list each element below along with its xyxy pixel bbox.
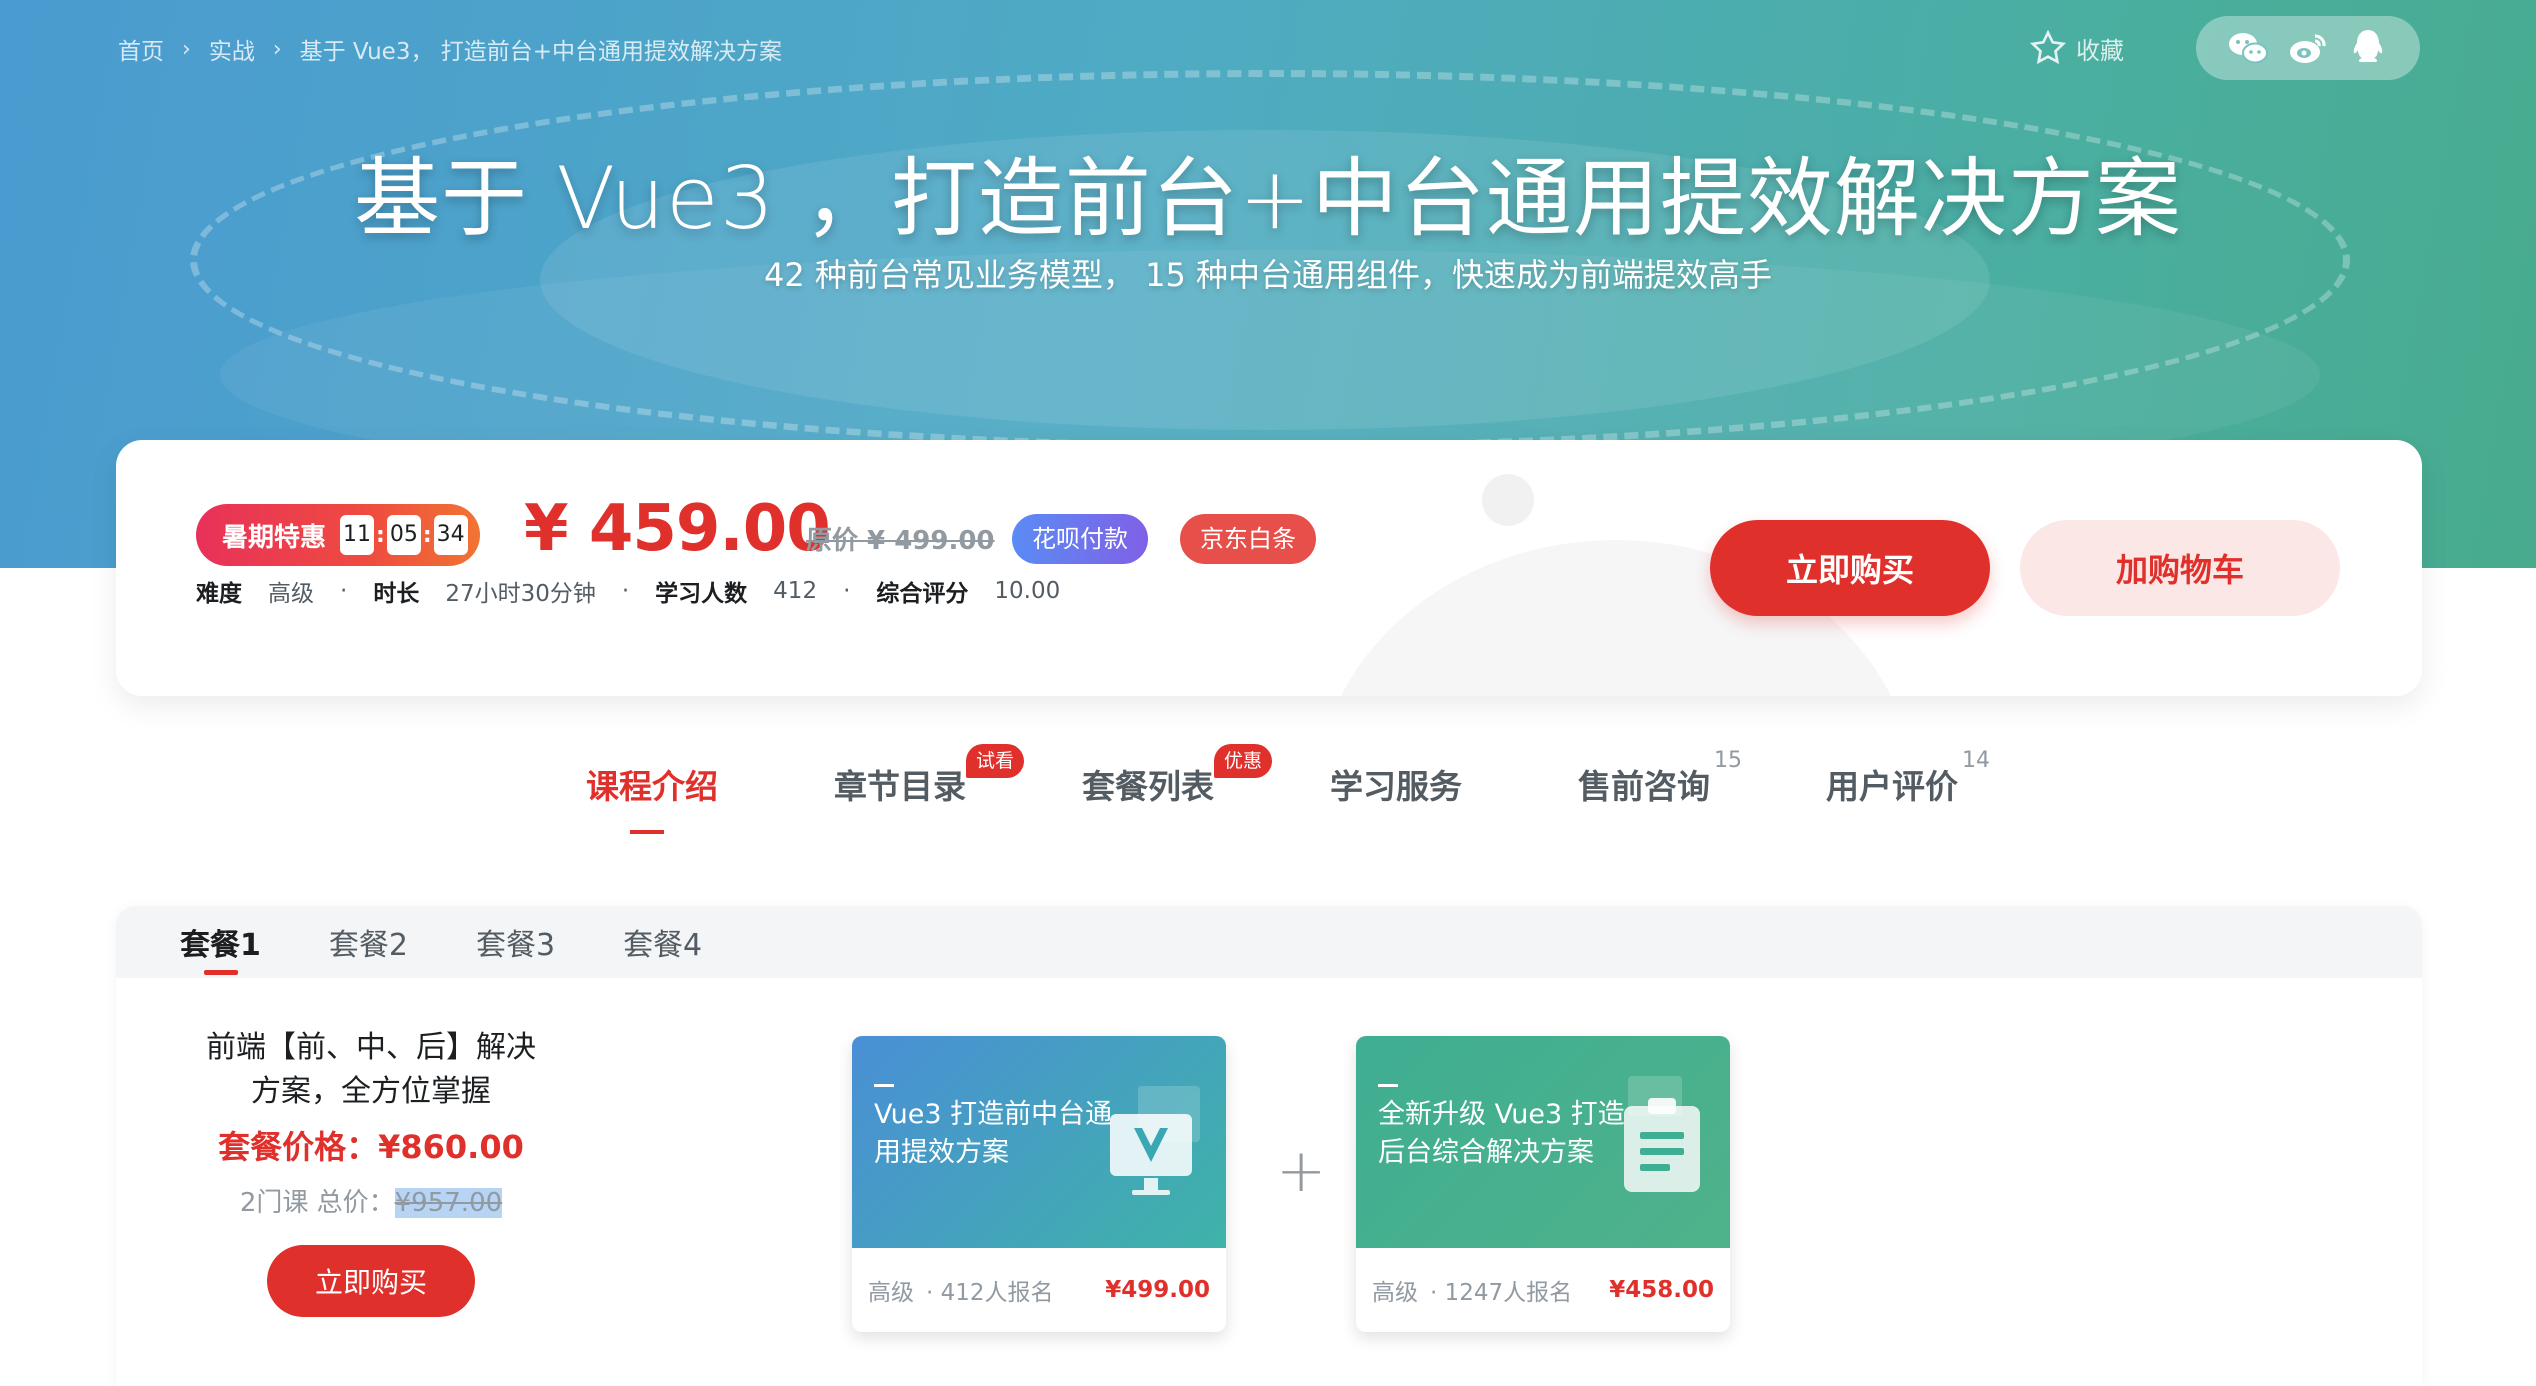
package-total: 2门课 总价：¥957.00	[206, 1182, 536, 1219]
rating-value: 10.00	[994, 578, 1061, 604]
students-label: 学习人数	[655, 581, 748, 607]
promo-label: 暑期特惠	[222, 522, 327, 553]
tab-label: 售前咨询	[1578, 767, 1710, 806]
package-tab-1[interactable]: 套餐1	[180, 920, 261, 975]
price-card: 暑期特惠 11 : 05 : 34 ¥ 459.00 原价 ¥ 499.00 花…	[116, 440, 2422, 696]
course-card-title: Vue3 打造前中台通用提效方案	[874, 1099, 1113, 1168]
plus-icon: +	[1276, 1136, 1327, 1206]
package-info: 前端【前、中、后】解决方案，全方位掌握 套餐价格：¥860.00 2门课 总价：…	[206, 1026, 536, 1317]
package-tab-2[interactable]: 套餐2	[329, 920, 408, 964]
meta-separator: ·	[843, 578, 851, 604]
course-thumbnail: Vue3 打造前中台通用提效方案	[852, 1036, 1226, 1248]
original-price: 原价 ¥ 499.00	[806, 526, 995, 556]
current-price: ¥ 459.00	[524, 492, 831, 566]
breadcrumb-home[interactable]: 首页	[118, 32, 164, 66]
duration-label: 时长	[373, 581, 420, 607]
chevron-right-icon: ›	[182, 36, 191, 62]
countdown-separator: :	[422, 522, 432, 548]
huabei-tag[interactable]: 花呗付款	[1012, 514, 1148, 564]
breadcrumb-category[interactable]: 实战	[209, 32, 255, 66]
package-price: 套餐价格：¥860.00	[218, 1128, 524, 1166]
breadcrumb-current: 基于 Vue3， 打造前台+中台通用提效解决方案	[299, 39, 783, 65]
course-level: 高级	[868, 1280, 914, 1306]
course-price: ¥499.00	[1105, 1277, 1210, 1303]
active-package-indicator	[204, 970, 238, 975]
chevron-right-icon: ›	[272, 36, 282, 62]
difficulty-value: 高级	[268, 581, 314, 607]
course-card-footer: 高级 · 412人报名 ¥499.00	[852, 1248, 1226, 1332]
tab-packages[interactable]: 套餐列表 优惠	[1082, 744, 1330, 808]
tab-label: 学习服务	[1330, 767, 1462, 806]
package-total-value: ¥957.00	[394, 1188, 503, 1218]
rating-label: 综合评分	[876, 581, 969, 607]
course-card-title: 全新升级 Vue3 打造后台综合解决方案	[1378, 1099, 1625, 1168]
meta-separator: ·	[621, 578, 630, 604]
buy-now-button[interactable]: 立即购买	[1710, 520, 1990, 616]
weibo-icon[interactable]	[2286, 26, 2330, 70]
package-tab-3[interactable]: 套餐3	[476, 920, 555, 964]
countdown-hours: 11	[340, 515, 375, 555]
vue-monitor-icon	[1110, 1086, 1200, 1195]
countdown-timer: 11 : 05 : 34	[340, 515, 468, 555]
qq-icon[interactable]	[2346, 26, 2390, 70]
course-enrolled: · 1247人报名	[1430, 1280, 1573, 1306]
trial-badge: 试看	[966, 744, 1025, 778]
tab-reviews[interactable]: 用户评价 14	[1826, 748, 2074, 808]
clipboard-icon	[1624, 1076, 1700, 1192]
course-enrolled: · 412人报名	[926, 1280, 1054, 1306]
package-tabbar: 套餐1 套餐2 套餐3 套餐4	[116, 906, 2422, 978]
tab-services[interactable]: 学习服务	[1330, 760, 1578, 808]
tab-label: 用户评价	[1826, 767, 1958, 806]
package-tab-4[interactable]: 套餐4	[623, 920, 702, 964]
course-card-footer: 高级 · 1247人报名 ¥458.00	[1356, 1248, 1730, 1332]
package-tab-label: 套餐1	[180, 928, 261, 963]
tab-label: 章节目录	[834, 767, 966, 806]
tab-presales[interactable]: 售前咨询 15	[1578, 748, 1826, 808]
reviews-count: 14	[1962, 748, 1990, 773]
package-total-prefix: 2门课 总价：	[239, 1188, 395, 1218]
students-value: 412	[773, 578, 818, 604]
star-icon	[2029, 29, 2067, 65]
package-course-card[interactable]: Vue3 打造前中台通用提效方案 高级 · 412人报名 ¥499.00	[852, 1036, 1226, 1332]
course-tabs: 课程介绍 章节目录 试看 套餐列表 优惠 学习服务 售前咨询 15 用户评价 1…	[586, 744, 2074, 834]
package-course-card[interactable]: 全新升级 Vue3 打造后台综合解决方案 高级 · 1247人报名 ¥458.0…	[1356, 1036, 1730, 1332]
difficulty-label: 难度	[196, 581, 242, 607]
share-bar	[2196, 16, 2420, 80]
title-dash	[1378, 1084, 1398, 1087]
promo-badge: 暑期特惠 11 : 05 : 34	[196, 504, 480, 566]
tab-label: 套餐列表	[1082, 767, 1214, 806]
package-tab-label: 套餐2	[328, 928, 408, 963]
course-price: ¥458.00	[1609, 1277, 1714, 1303]
favorite-label: 收藏	[2076, 36, 2124, 65]
tab-chapters[interactable]: 章节目录 试看	[834, 744, 1082, 808]
breadcrumb: 首页 › 实战 › 基于 Vue3， 打造前台+中台通用提效解决方案	[118, 32, 782, 66]
package-panel: 套餐1 套餐2 套餐3 套餐4 前端【前、中、后】解决方案，全方位掌握 套餐价格…	[116, 906, 2422, 1386]
countdown-seconds: 34	[433, 515, 468, 555]
add-to-cart-button[interactable]: 加购物车	[2020, 520, 2340, 616]
wechat-icon[interactable]	[2226, 26, 2270, 70]
tab-label: 课程介绍	[586, 767, 718, 806]
package-buy-button[interactable]: 立即购买	[267, 1245, 475, 1317]
presales-count: 15	[1714, 748, 1742, 773]
countdown-minutes: 05	[386, 515, 421, 555]
countdown-separator: :	[376, 522, 385, 548]
tab-intro[interactable]: 课程介绍	[586, 760, 834, 834]
card-decoration	[1482, 474, 1534, 526]
title-dash	[874, 1084, 894, 1087]
discount-badge: 优惠	[1214, 744, 1273, 778]
course-level: 高级	[1372, 1280, 1418, 1306]
course-subtitle: 42 种前台常见业务模型， 15 种中台通用组件，快速成为前端提效高手	[764, 256, 1772, 294]
package-tab-label: 套餐4	[623, 928, 703, 963]
jd-baitiao-tag[interactable]: 京东白条	[1180, 514, 1316, 564]
course-meta: 难度 高级 · 时长 27小时30分钟 · 学习人数 412 · 综合评分 10…	[196, 574, 1086, 608]
duration-value: 27小时30分钟	[445, 581, 596, 607]
course-thumbnail: 全新升级 Vue3 打造后台综合解决方案	[1356, 1036, 1730, 1248]
package-name: 前端【前、中、后】解决方案，全方位掌握	[206, 1030, 536, 1109]
package-tab-label: 套餐3	[475, 928, 556, 963]
active-tab-indicator	[630, 830, 664, 834]
favorite-button[interactable]: 收藏	[2028, 28, 2124, 68]
meta-separator: ·	[340, 578, 348, 604]
course-title: 基于 Vue3 ，打造前台+中台通用提效解决方案	[354, 149, 2182, 249]
